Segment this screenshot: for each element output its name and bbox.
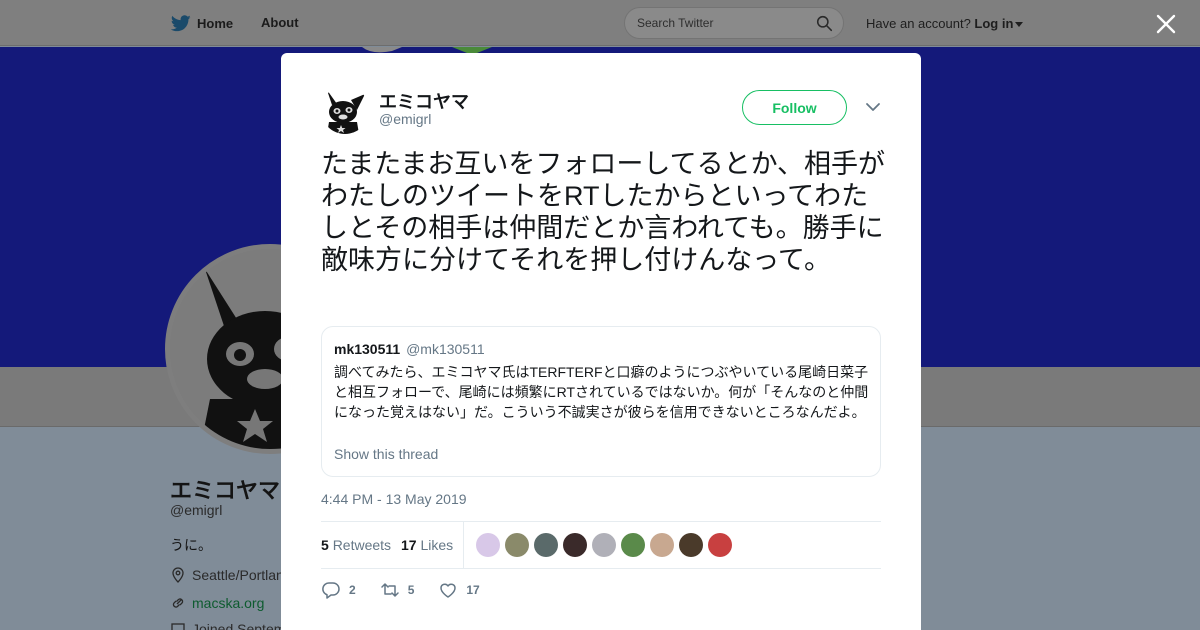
nav-home-label: Home [197, 16, 234, 31]
calendar-icon [171, 623, 185, 630]
retweet-count: 5 [407, 583, 415, 597]
quoted-author-handle: @mk130511 [406, 341, 485, 357]
heart-icon [440, 583, 457, 598]
liker-avatar[interactable] [621, 533, 645, 557]
stats-divider [463, 522, 464, 569]
profile-joined: Joined Septem [170, 621, 285, 630]
liker-avatars [476, 533, 732, 557]
account-prompt: Have an account? Log in [866, 16, 1024, 31]
quoted-tweet-text: 調べてみたら、エミコヤマ氏はTERFTERFと口癖のようにつぶやいている尾崎日菜… [334, 364, 869, 420]
retweets-stat[interactable]: 5 Retweets [321, 537, 391, 553]
tweet-author-avatar[interactable] [321, 86, 369, 134]
profile-website-text[interactable]: macska.org [192, 595, 264, 611]
like-count: 17 [466, 583, 480, 597]
caret-down-icon [1015, 22, 1024, 28]
retweets-label: Retweets [332, 537, 392, 553]
nav-home-link[interactable]: Home [171, 15, 233, 32]
liker-avatar[interactable] [592, 533, 616, 557]
profile-handle: @emigrl [170, 502, 223, 518]
follow-button[interactable]: Follow [742, 90, 847, 125]
tweet-stats: 5 Retweets 17 Likes [321, 521, 881, 569]
tweet-actions: 2 5 17 [321, 580, 504, 600]
liker-avatar[interactable] [708, 533, 732, 557]
retweets-count: 5 [321, 537, 329, 553]
tweet-author-handle[interactable]: @emigrl [379, 111, 431, 127]
tweet-modal: エミコヤマ @emigrl Follow たまたまお互いをフォローしてるとか、相… [281, 53, 921, 630]
retweet-button[interactable]: 5 [380, 580, 415, 600]
show-thread-link[interactable]: Show this thread [334, 446, 438, 462]
account-prompt-text: Have an account? [866, 16, 971, 31]
liker-avatar[interactable] [505, 533, 529, 557]
chevron-down-icon[interactable] [865, 101, 881, 113]
likes-count: 17 [401, 537, 417, 553]
retweet-icon [380, 583, 399, 597]
reply-button[interactable]: 2 [321, 580, 356, 600]
nav-about-link[interactable]: About [261, 15, 299, 30]
close-icon[interactable] [1154, 12, 1178, 36]
profile-joined-text: Joined Septem [192, 621, 286, 630]
search-input[interactable]: Search Twitter [624, 7, 844, 39]
liker-avatar[interactable] [563, 533, 587, 557]
liker-avatar[interactable] [476, 533, 500, 557]
reply-icon [322, 582, 340, 599]
quoted-tweet[interactable]: mk130511 @mk130511 調べてみたら、エミコヤマ氏はTERFTER… [321, 326, 881, 477]
like-button[interactable]: 17 [438, 580, 480, 600]
quoted-tweet-header: mk130511 @mk130511 [334, 341, 485, 357]
top-navigation-bar: Home About Search Twitter Have an accoun… [0, 0, 1200, 46]
liker-avatar[interactable] [679, 533, 703, 557]
profile-website[interactable]: macska.org [170, 595, 264, 611]
location-pin-icon [172, 567, 184, 583]
search-placeholder: Search Twitter [637, 16, 714, 30]
link-icon [172, 598, 184, 608]
liker-avatar[interactable] [534, 533, 558, 557]
profile-name: エミコヤマ [170, 478, 281, 503]
twitter-bird-icon [171, 15, 191, 32]
search-icon[interactable] [816, 15, 833, 32]
profile-location-text: Seattle/Portlan [192, 567, 284, 583]
liker-avatar[interactable] [650, 533, 674, 557]
profile-bio: うに。 [170, 537, 212, 553]
login-link[interactable]: Log in [974, 16, 1013, 31]
profile-location: Seattle/Portlan [170, 567, 284, 583]
tweet-text: たまたまお互いをフォローしてるとか、相手がわたしのツイートをRTしたからといって… [321, 149, 886, 275]
nav-about-label: About [261, 15, 299, 30]
reply-count: 2 [349, 583, 356, 597]
chihuahua-avatar-icon [321, 86, 369, 134]
tweet-timestamp[interactable]: 4:44 PM - 13 May 2019 [321, 491, 467, 507]
likes-stat[interactable]: 17 Likes [401, 537, 453, 553]
likes-label: Likes [420, 537, 454, 553]
quoted-author-name: mk130511 [334, 341, 401, 357]
